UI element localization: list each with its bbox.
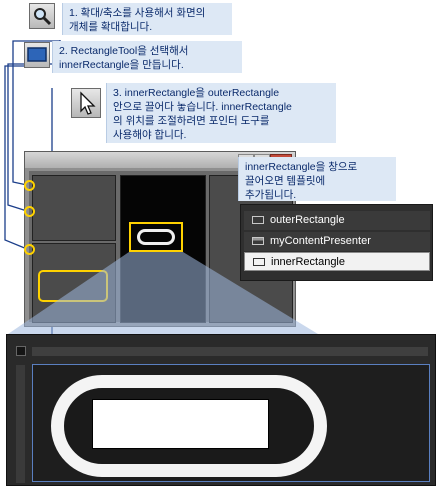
zoomed-left-rail: [16, 365, 25, 483]
zoomed-view: [6, 334, 436, 486]
inner-rectangle: [92, 399, 269, 449]
zoomed-corner-box: [16, 346, 26, 356]
zoomed-title-bar: [32, 347, 428, 356]
